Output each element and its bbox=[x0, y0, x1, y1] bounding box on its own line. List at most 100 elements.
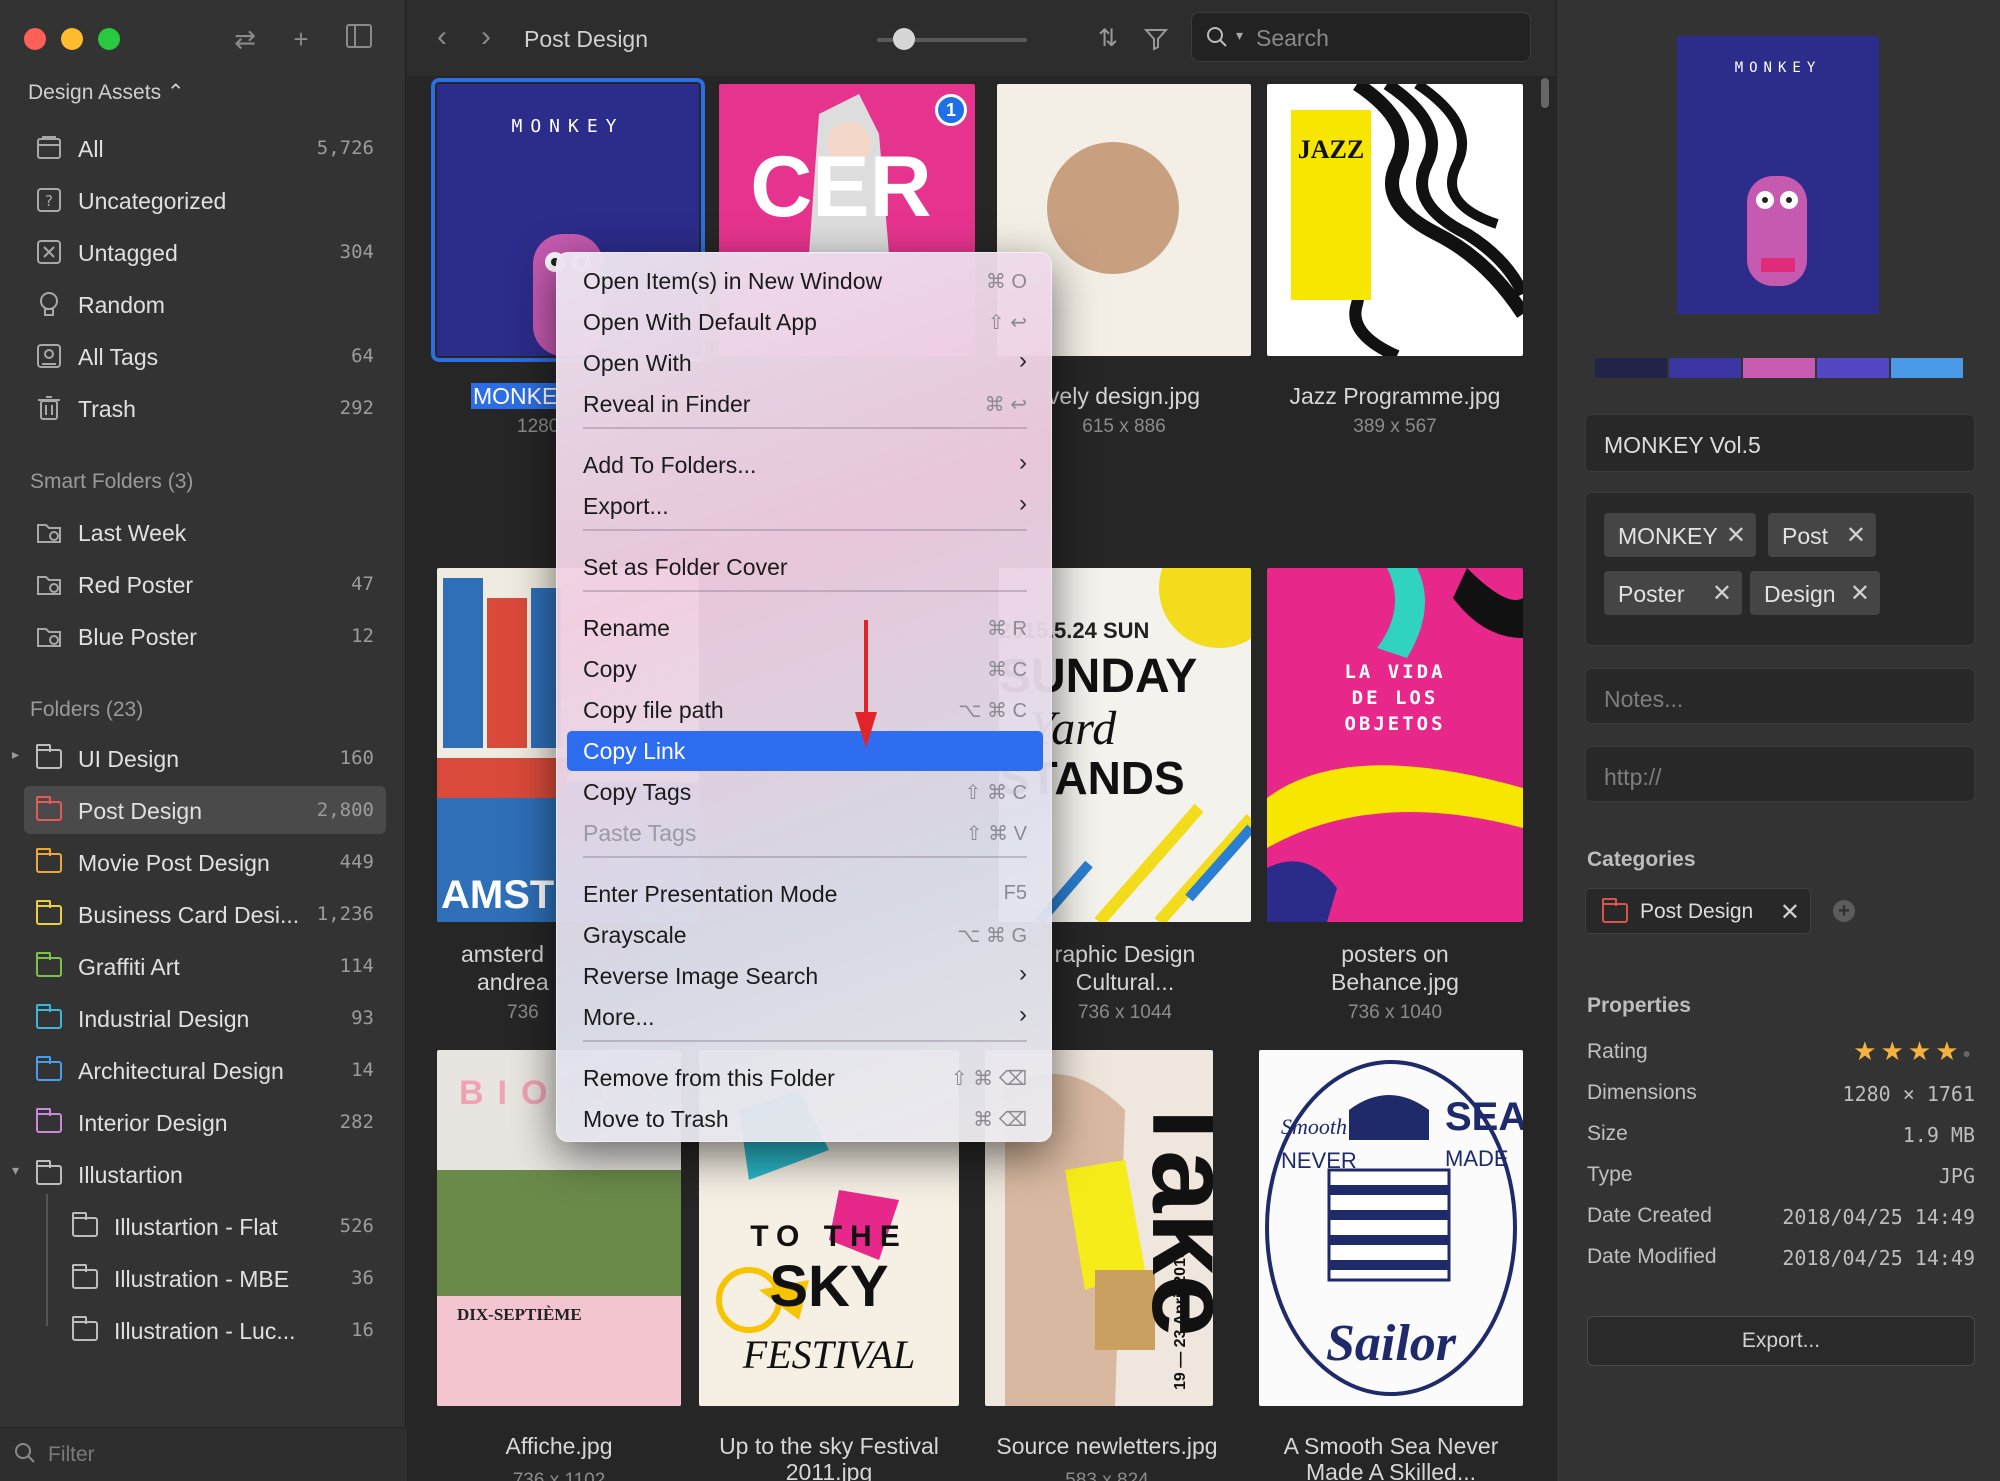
remove-tag-icon[interactable]: ✕ bbox=[1726, 521, 1746, 550]
sidebar-item-uncategorized[interactable]: ? Uncategorized bbox=[24, 176, 386, 224]
tags-field[interactable]: MONKEY ✕ Post ✕ Poster ✕ Design ✕ bbox=[1585, 492, 1975, 646]
rating-stars[interactable]: ★★★★● bbox=[1853, 1036, 1975, 1067]
thumbnail[interactable]: JAZZ bbox=[1267, 84, 1523, 356]
search-input[interactable] bbox=[1256, 23, 1516, 53]
tag-chip-design[interactable]: Design ✕ bbox=[1750, 571, 1880, 615]
smart-folder-red-poster[interactable]: Red Poster 47 bbox=[24, 560, 386, 608]
menu-item-move-to-trash[interactable]: Move to Trash ⌘ ⌫ bbox=[567, 1099, 1043, 1139]
swap-icon[interactable]: ⇄ bbox=[228, 22, 262, 56]
forward-icon[interactable]: › bbox=[481, 20, 491, 54]
folder-item-architectural-design[interactable]: Architectural Design 14 bbox=[24, 1046, 386, 1094]
thumbnail[interactable]: SEA Smooth NEVER MADE Sailor bbox=[1259, 1050, 1523, 1406]
add-category-button[interactable]: + bbox=[1833, 900, 1855, 922]
asset-card-jazz[interactable]: JAZZ Jazz Programme.jpg 389 x 567 bbox=[1267, 84, 1523, 444]
folder-item-industrial-design[interactable]: Industrial Design 93 bbox=[24, 994, 386, 1042]
add-icon[interactable]: + bbox=[284, 22, 318, 56]
disclosure-right-icon[interactable]: ▸ bbox=[12, 746, 19, 763]
menu-item-paste-tags: Paste Tags ⇧ ⌘ V bbox=[567, 813, 1043, 853]
sidebar-item-untagged[interactable]: Untagged 304 bbox=[24, 228, 386, 276]
minimize-window-button[interactable] bbox=[61, 28, 83, 50]
scrollbar[interactable] bbox=[1541, 78, 1549, 108]
close-window-button[interactable] bbox=[24, 28, 46, 50]
color-palette[interactable] bbox=[1595, 358, 1963, 378]
remove-tag-icon[interactable]: ✕ bbox=[1846, 521, 1866, 550]
menu-item-reverse-image-search[interactable]: Reverse Image Search › bbox=[567, 956, 1043, 996]
menu-item-rename[interactable]: Rename ⌘ R bbox=[567, 608, 1043, 648]
palette-swatch[interactable] bbox=[1743, 358, 1815, 378]
url-input[interactable] bbox=[1604, 761, 1954, 793]
name-field[interactable] bbox=[1585, 414, 1975, 472]
folders-heading[interactable]: Folders (23) bbox=[30, 698, 143, 722]
notes-input[interactable] bbox=[1604, 683, 1954, 715]
folder-item-graffiti-art[interactable]: Graffiti Art 114 bbox=[24, 942, 386, 990]
menu-item-grayscale[interactable]: Grayscale ⌥ ⌘ G bbox=[567, 915, 1043, 955]
sort-icon[interactable]: ⇅ bbox=[1091, 22, 1125, 56]
menu-item-export[interactable]: Export... › bbox=[567, 486, 1043, 526]
sidebar-item-random[interactable]: Random bbox=[24, 280, 386, 328]
asset-card-smooth-sea[interactable]: SEA Smooth NEVER MADE Sailor A Smooth Se… bbox=[1259, 1050, 1523, 1481]
notes-field[interactable] bbox=[1585, 668, 1975, 724]
remove-category-icon[interactable]: ✕ bbox=[1780, 898, 1800, 927]
star-filled-icon[interactable]: ★ bbox=[1881, 1036, 1908, 1066]
palette-swatch[interactable] bbox=[1891, 358, 1963, 378]
tag-chip-post[interactable]: Post ✕ bbox=[1768, 513, 1876, 557]
menu-item-reveal-in-finder[interactable]: Reveal in Finder ⌘ ↩ bbox=[567, 384, 1043, 424]
menu-item-add-to-folders[interactable]: Add To Folders... › bbox=[567, 445, 1043, 485]
search-box[interactable]: ▾ bbox=[1191, 12, 1531, 62]
category-chip[interactable]: Post Design ✕ bbox=[1585, 888, 1811, 934]
sidebar-item-trash[interactable]: Trash 292 bbox=[24, 384, 386, 432]
back-icon[interactable]: ‹ bbox=[437, 20, 447, 54]
sidebar-item-all[interactable]: All 5,726 bbox=[24, 124, 386, 172]
name-input[interactable] bbox=[1604, 429, 1954, 461]
export-button[interactable]: Export... bbox=[1587, 1316, 1975, 1366]
chevron-down-icon[interactable]: ▾ bbox=[1236, 27, 1243, 44]
star-filled-icon[interactable]: ★ bbox=[1935, 1036, 1962, 1066]
asset-card-la-vida[interactable]: LA VIDA DE LOS OBJETOS posters on Behanc… bbox=[1267, 568, 1523, 1028]
folder-item-illustartion[interactable]: Illustartion bbox=[24, 1150, 386, 1198]
folder-item-illustartion-flat[interactable]: Illustartion - Flat 526 bbox=[60, 1202, 386, 1250]
folder-item-business-card-desi[interactable]: Business Card Desi... 1,236 bbox=[24, 890, 386, 938]
menu-item-open-with-default-app[interactable]: Open With Default App ⇧ ↩ bbox=[567, 302, 1043, 342]
sidebar-item-all-tags[interactable]: All Tags 64 bbox=[24, 332, 386, 380]
menu-item-copy-file-path[interactable]: Copy file path ⌥ ⌘ C bbox=[567, 690, 1043, 730]
folder-item-illustration-mbe[interactable]: Illustration - MBE 36 bbox=[60, 1254, 386, 1302]
star-empty-icon[interactable]: ● bbox=[1963, 1045, 1975, 1061]
smart-folder-blue-poster[interactable]: Blue Poster 12 bbox=[24, 612, 386, 660]
menu-item-open-item-s-in-new-window[interactable]: Open Item(s) in New Window ⌘ O bbox=[567, 261, 1043, 301]
folder-item-post-design[interactable]: Post Design 2,800 bbox=[24, 786, 386, 834]
star-filled-icon[interactable]: ★ bbox=[1853, 1036, 1880, 1066]
filter-icon[interactable] bbox=[1139, 22, 1173, 56]
menu-item-set-as-folder-cover[interactable]: Set as Folder Cover bbox=[567, 547, 1043, 587]
menu-item-remove-from-this-folder[interactable]: Remove from this Folder ⇧ ⌘ ⌫ bbox=[567, 1058, 1043, 1098]
thumbnail[interactable]: LA VIDA DE LOS OBJETOS bbox=[1267, 568, 1523, 922]
slider-thumb[interactable] bbox=[893, 28, 915, 50]
menu-shortcut: ⇧ ⌘ V bbox=[965, 823, 1027, 845]
filter-input[interactable] bbox=[48, 1440, 388, 1470]
palette-swatch[interactable] bbox=[1595, 358, 1667, 378]
folder-item-illustration-luc[interactable]: Illustration - Luc... 16 bbox=[60, 1306, 386, 1354]
palette-swatch[interactable] bbox=[1669, 358, 1741, 378]
menu-item-copy-tags[interactable]: Copy Tags ⇧ ⌘ C bbox=[567, 772, 1043, 812]
star-filled-icon[interactable]: ★ bbox=[1908, 1036, 1935, 1066]
smart-folder-last-week[interactable]: Last Week bbox=[24, 508, 386, 556]
library-switcher[interactable]: Design Assets ⌃ bbox=[28, 80, 185, 105]
menu-item-more[interactable]: More... › bbox=[567, 997, 1043, 1037]
remove-tag-icon[interactable]: ✕ bbox=[1712, 579, 1732, 608]
menu-item-enter-presentation-mode[interactable]: Enter Presentation Mode F5 bbox=[567, 874, 1043, 914]
folder-item-interior-design[interactable]: Interior Design 282 bbox=[24, 1098, 386, 1146]
tag-chip-poster[interactable]: Poster ✕ bbox=[1604, 571, 1742, 615]
menu-item-copy[interactable]: Copy ⌘ C bbox=[567, 649, 1043, 689]
menu-item-copy-link[interactable]: Copy Link bbox=[567, 731, 1043, 771]
folder-item-ui-design[interactable]: UI Design 160 bbox=[24, 734, 386, 782]
zoom-window-button[interactable] bbox=[98, 28, 120, 50]
folder-item-movie-post-design[interactable]: Movie Post Design 449 bbox=[24, 838, 386, 886]
remove-tag-icon[interactable]: ✕ bbox=[1850, 579, 1870, 608]
palette-swatch[interactable] bbox=[1817, 358, 1889, 378]
sidebar-toggle-icon[interactable] bbox=[342, 22, 376, 56]
tag-chip-monkey[interactable]: MONKEY ✕ bbox=[1604, 513, 1756, 557]
menu-item-open-with[interactable]: Open With › bbox=[567, 343, 1043, 383]
preview-thumbnail[interactable]: MONKEY bbox=[1677, 36, 1879, 314]
smart-folders-heading[interactable]: Smart Folders (3) bbox=[30, 470, 193, 494]
url-field[interactable] bbox=[1585, 746, 1975, 802]
disclosure-down-icon[interactable]: ▾ bbox=[12, 1162, 19, 1179]
